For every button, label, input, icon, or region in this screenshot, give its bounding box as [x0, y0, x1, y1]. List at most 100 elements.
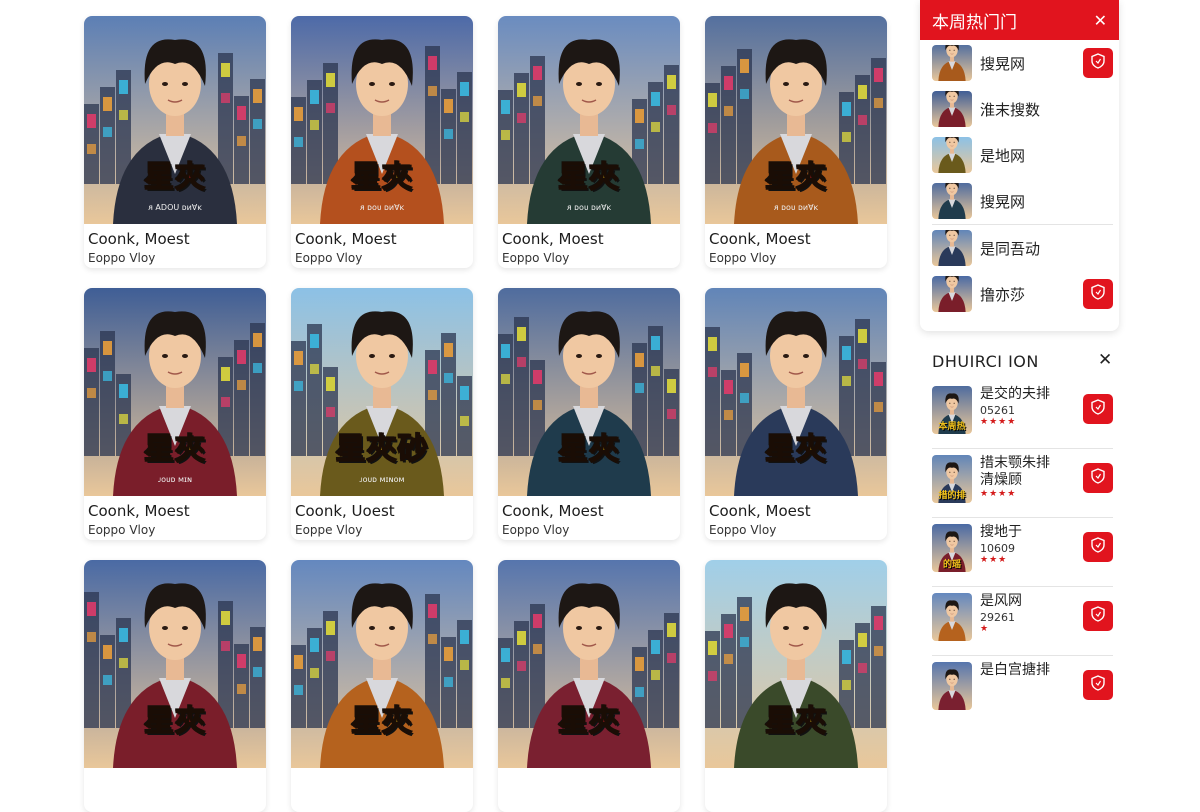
card-title[interactable]: Coonk, Moest [502, 502, 680, 520]
ranking-thumbnail [932, 593, 972, 641]
hot-list-item[interactable]: 搜晃网 [920, 178, 1119, 224]
avatar [932, 137, 972, 173]
card-subtitle: Eoppe Vloy [295, 523, 363, 537]
poster-subtitle: ᴙ ᴅᴏᴜ ᴅᴎⱯᴋ [359, 203, 405, 212]
poster-thumbnail[interactable]: 星夾 [705, 560, 887, 768]
card-title[interactable]: Coonk, Moest [502, 230, 680, 248]
video-card[interactable]: 星夾 [84, 560, 266, 812]
card-title[interactable]: Coonk, Moest [295, 230, 473, 248]
avatar [932, 45, 972, 81]
poster-thumbnail[interactable]: 星夾 ᴙ ADOU ᴅᴎⱯᴋ [84, 16, 266, 224]
poster-thumbnail[interactable]: 星夾 ᴊᴏᴜᴅ ᴍɪɴ [84, 288, 266, 496]
video-card[interactable]: 星夾 ᴙ ᴅᴏᴜ ᴅᴎⱯᴋ Coonk, Moest Eoppo Vloy [498, 16, 680, 268]
avatar [932, 230, 972, 266]
poster-thumbnail[interactable]: 星夾 ᴙ ᴅᴏᴜ ᴅᴎⱯᴋ [498, 16, 680, 224]
ranking-thumbnail: 措的排 [932, 455, 972, 503]
hot-list-item[interactable]: 淮末搜数 [920, 86, 1119, 132]
ranking-item-count: 05261 [980, 404, 1015, 417]
shield-button[interactable] [1083, 394, 1113, 424]
video-card[interactable]: 星夾 [498, 560, 680, 812]
poster-title: 星夾 [143, 159, 206, 196]
shield-icon [1091, 53, 1105, 73]
ranking-item-title: 是风网 [980, 593, 1022, 609]
video-grid: 星夾 ᴙ ADOU ᴅᴎⱯᴋ Coonk, Moest Eoppo Vloy 星… [84, 16, 887, 812]
ranking-item-count: 10609 [980, 542, 1015, 555]
poster-title: 星夾 [557, 703, 620, 740]
poster-title: 星夾 [764, 431, 827, 468]
hot-item-label: 搜晃网 [980, 192, 1026, 211]
weekly-hot-panel: 本周热门门 ✕ 搜晃网 淮末搜数 是地网 搜晃网 是同吾动 撸亦莎 [920, 0, 1119, 331]
shield-button[interactable] [1083, 463, 1113, 493]
hot-item-label: 撸亦莎 [980, 285, 1026, 304]
video-card[interactable]: 星夾 Coonk, Moest Eoppo Vloy [705, 288, 887, 540]
card-title[interactable]: Coonk, Moest [709, 502, 887, 520]
hot-list-item[interactable]: 是同吾动 [920, 225, 1119, 271]
close-icon[interactable]: ✕ [1094, 11, 1107, 30]
video-card[interactable]: 星夾 ᴙ ADOU ᴅᴎⱯᴋ Coonk, Moest Eoppo Vloy [84, 16, 266, 268]
ranking-item[interactable]: 的瑶 搜地于 10609 ★★★ [920, 518, 1119, 586]
shield-icon [1091, 675, 1105, 695]
hot-item-label: 是地网 [980, 146, 1026, 165]
shield-icon [1091, 284, 1105, 304]
poster-title: 星夾 [557, 159, 620, 196]
poster-thumbnail[interactable]: 星夾 ᴙ ᴅᴏᴜ ᴅᴎⱯᴋ [705, 16, 887, 224]
close-icon[interactable]: ✕ [1098, 350, 1112, 370]
video-card[interactable]: 星夾 ᴙ ᴅᴏᴜ ᴅᴎⱯᴋ Coonk, Moest Eoppo Vloy [705, 16, 887, 268]
poster-title: 星夾 [143, 431, 206, 468]
poster-subtitle: ᴊᴏᴜᴅ ᴍɪɴᴏᴍ [359, 475, 405, 484]
card-title[interactable]: Coonk, Uoest [295, 502, 473, 520]
video-card[interactable]: 星夾砂 ᴊᴏᴜᴅ ᴍɪɴᴏᴍ Coonk, Uoest Eoppe Vloy [291, 288, 473, 540]
ranking-item[interactable]: 措的排 措末颚朱排 清燥顾 ★★★★ [920, 449, 1119, 517]
ranking-item[interactable]: 是风网 29261 ★ [920, 587, 1119, 655]
ranking-item-title: 是白宫搪排 [980, 662, 1050, 678]
thumbnail-text: 的瑶 [942, 560, 961, 570]
ranking-item-title: 措末颚朱排 [980, 455, 1050, 471]
poster-title: 星夾 [143, 703, 206, 740]
poster-thumbnail[interactable]: 星夾 [498, 288, 680, 496]
card-title[interactable]: Coonk, Moest [709, 230, 887, 248]
card-subtitle: Eoppo Vloy [502, 251, 570, 265]
card-title[interactable]: Coonk, Moest [88, 230, 266, 248]
thumbnail-text: 本周热 [938, 422, 966, 432]
ranking-thumbnail: 的瑶 [932, 524, 972, 572]
video-card[interactable]: 星夾 ᴙ ᴅᴏᴜ ᴅᴎⱯᴋ Coonk, Moest Eoppo Vloy [291, 16, 473, 268]
video-card[interactable]: 星夾 [291, 560, 473, 812]
card-title[interactable]: Coonk, Moest [88, 502, 266, 520]
poster-title: 星夾 [350, 159, 413, 196]
ranking-item[interactable]: 是白宫搪排 [920, 656, 1119, 724]
shield-button[interactable] [1083, 279, 1113, 309]
video-card[interactable]: 星夾 ᴊᴏᴜᴅ ᴍɪɴ Coonk, Moest Eoppo Vloy [84, 288, 266, 540]
poster-title: 星夾 [764, 703, 827, 740]
hot-list-item[interactable]: 是地网 [920, 132, 1119, 178]
shield-icon [1091, 399, 1105, 419]
video-card[interactable]: 星夾 Coonk, Moest Eoppo Vloy [498, 288, 680, 540]
ranking-item-title: 搜地于 [980, 524, 1022, 540]
avatar [932, 276, 972, 312]
poster-subtitle: ᴙ ᴅᴏᴜ ᴅᴎⱯᴋ [773, 203, 819, 212]
poster-thumbnail[interactable]: 星夾 [498, 560, 680, 768]
hot-item-label: 是同吾动 [980, 239, 1041, 258]
poster-title: 星夾 [350, 703, 413, 740]
shield-button[interactable] [1083, 601, 1113, 631]
ranking-item-count: 29261 [980, 611, 1015, 624]
ranking-item-title: 是交的夫排 [980, 386, 1050, 402]
panel-title: 本周热门门 [932, 12, 1017, 33]
shield-button[interactable] [1083, 532, 1113, 562]
shield-button[interactable] [1083, 48, 1113, 78]
poster-thumbnail[interactable]: 星夾 [84, 560, 266, 768]
rating-stars: ★★★★ [980, 417, 1017, 427]
panel-header: 本周热门门 ✕ [920, 0, 1119, 40]
rating-stars: ★★★ [980, 555, 1008, 565]
poster-title: 星夾砂 [335, 431, 429, 468]
card-subtitle: Eoppo Vloy [709, 523, 777, 537]
poster-thumbnail[interactable]: 星夾 [291, 560, 473, 768]
ranking-thumbnail [932, 662, 972, 710]
poster-thumbnail[interactable]: 星夾 ᴙ ᴅᴏᴜ ᴅᴎⱯᴋ [291, 16, 473, 224]
ranking-item[interactable]: 本周热 是交的夫排 05261 ★★★★ [920, 380, 1119, 448]
poster-thumbnail[interactable]: 星夾砂 ᴊᴏᴜᴅ ᴍɪɴᴏᴍ [291, 288, 473, 496]
poster-thumbnail[interactable]: 星夾 [705, 288, 887, 496]
hot-list-item[interactable]: 撸亦莎 [920, 271, 1119, 317]
video-card[interactable]: 星夾 [705, 560, 887, 812]
hot-list-item[interactable]: 搜晃网 [920, 40, 1119, 86]
shield-icon [1091, 606, 1105, 626]
